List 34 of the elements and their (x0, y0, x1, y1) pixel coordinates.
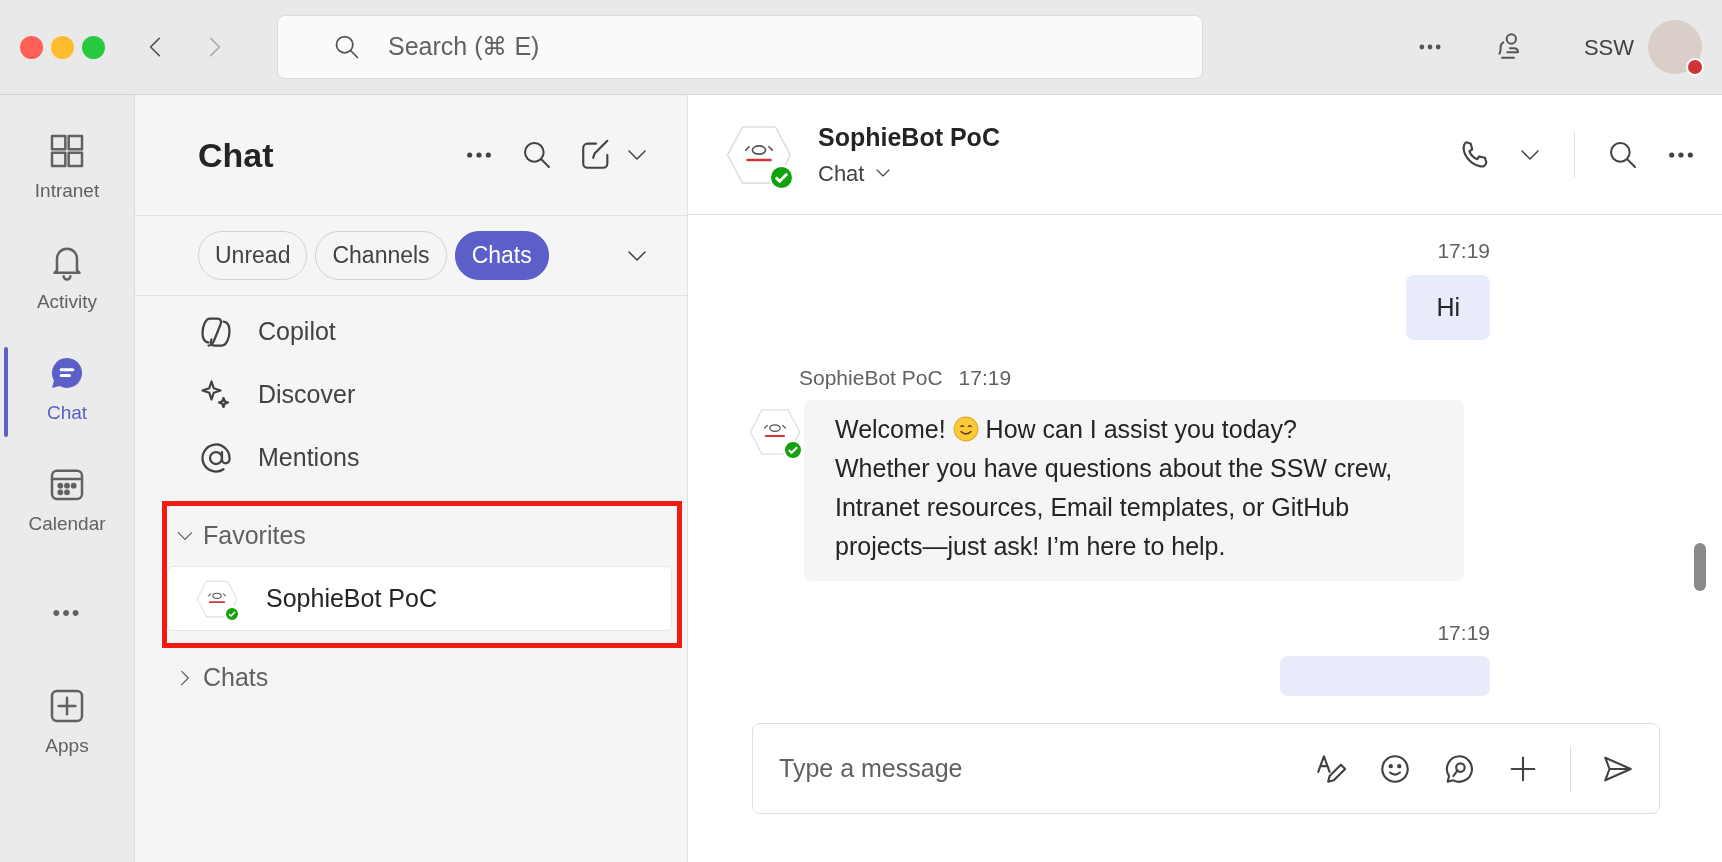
smiling-face-icon (952, 415, 979, 442)
sent-message: Hi (1406, 274, 1490, 340)
sender-name: SophieBot PoC (799, 365, 943, 391)
message-field[interactable]: Type a message (752, 723, 1660, 814)
rail-item[interactable]: Intranet (0, 113, 135, 224)
search-icon[interactable] (521, 139, 553, 171)
rail-item[interactable]: Activity (0, 224, 135, 335)
search-field[interactable]: Search (⌘ E) (277, 15, 1203, 79)
section-header[interactable]: Favorites (175, 506, 306, 566)
chat-list-item[interactable]: SophieBot PoC (167, 566, 672, 631)
profile-avatar[interactable] (1648, 20, 1702, 74)
filter-chip[interactable]: Unread (198, 231, 308, 280)
filter-chip[interactable]: Channels (315, 231, 447, 280)
filter-chip[interactable]: Chats (454, 231, 549, 280)
search-input[interactable]: Search (⌘ E) (386, 27, 1086, 67)
search-icon (333, 33, 361, 61)
rail-item[interactable]: Chat (0, 335, 135, 446)
section-header[interactable]: Chats (175, 648, 269, 708)
more-apps-button[interactable]: ••• (0, 557, 135, 668)
conversation-title: SophieBot PoC (818, 122, 1000, 154)
nav-item[interactable]: Discover (135, 363, 687, 426)
received-message: Welcome! How can I assist you today? Whether you have questions about the SSW crew, Intranet resources, Email templates, or GitHub projects—just ask! I’m here to help. (804, 399, 1464, 581)
message-time: 17:19 (1437, 619, 1490, 646)
chat-name: SophieBot PoC (266, 582, 437, 614)
chat-tab-dropdown[interactable]: Chat (818, 156, 893, 190)
panel-title: Chat (198, 134, 274, 176)
nav-item[interactable]: Mentions (135, 426, 687, 489)
scrollbar-thumb[interactable] (1694, 543, 1706, 591)
rail-item[interactable]: Apps (0, 668, 135, 779)
rail-item[interactable]: Calendar (0, 446, 135, 557)
message-time: 17:19 (1437, 238, 1490, 264)
nav-item[interactable]: Copilot (135, 300, 687, 363)
account-name: SSW (1583, 33, 1634, 62)
message-time: 17:19 (958, 365, 1012, 391)
